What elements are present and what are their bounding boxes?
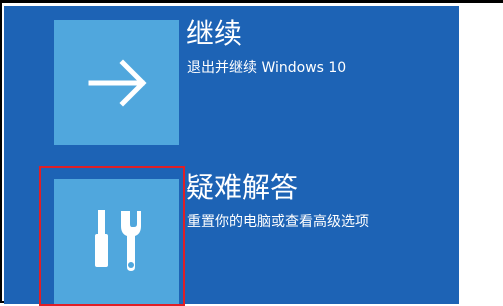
boot-options-panel: 继续 退出并继续 Windows 10 疑难解答 重置你的电脑或查看高级选项 [4, 6, 459, 304]
continue-description: 退出并继续 Windows 10 [187, 60, 347, 76]
continue-title: 继续 [186, 17, 243, 50]
right-background-strip [459, 6, 503, 304]
troubleshoot-tile [54, 179, 179, 304]
troubleshoot-option[interactable]: 疑难解答 重置你的电脑或查看高级选项 [4, 166, 459, 304]
screenshot-frame: 继续 退出并继续 Windows 10 疑难解答 重置你的电脑或查看高级选项 [0, 0, 503, 306]
tools-icon [95, 210, 141, 271]
continue-tile [54, 20, 179, 145]
arrow-right-icon [88, 59, 147, 107]
troubleshoot-title: 疑难解答 [186, 171, 299, 204]
continue-option[interactable]: 继续 退出并继续 Windows 10 [4, 6, 459, 151]
troubleshoot-description: 重置你的电脑或查看高级选项 [187, 214, 369, 230]
